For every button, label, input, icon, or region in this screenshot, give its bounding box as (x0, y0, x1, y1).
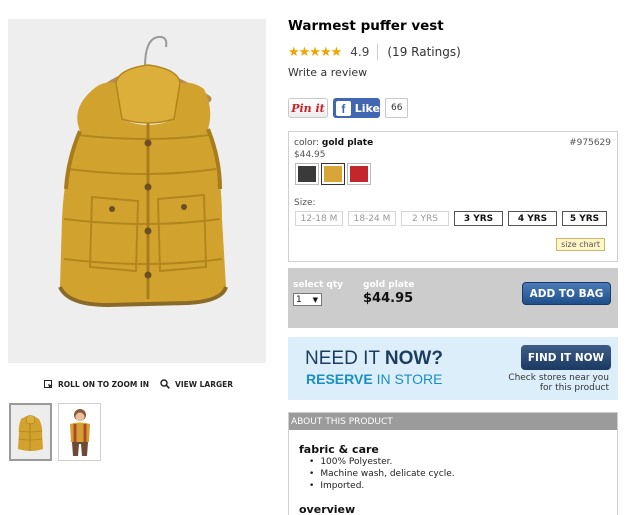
social-share-bar: Pin it f Like 66 (288, 98, 409, 118)
rating-value: 4.9 (350, 45, 370, 59)
size-option[interactable]: 2 YRS (401, 211, 449, 226)
view-larger-link[interactable]: VIEW LARGER (160, 379, 233, 389)
pinterest-pin-button[interactable]: Pin it (288, 98, 328, 118)
magnifier-icon (160, 379, 170, 389)
swatch-fill (350, 166, 368, 182)
color-line: color: gold plate (294, 138, 373, 148)
model-thumbnail-image (59, 404, 100, 460)
now-text: NOW? (384, 348, 443, 369)
roll-zoom-label: ROLL ON TO ZOOM IN (58, 379, 150, 389)
qty-label: select qty (293, 280, 344, 290)
bag-price: $44.95 (363, 291, 414, 306)
color-prefix: color: (294, 138, 320, 148)
fabric-care-list: 100% Polyester. Machine wash, delicate c… (309, 456, 455, 492)
size-chart-link[interactable]: size chart (556, 238, 605, 251)
list-item: Imported. (309, 480, 455, 492)
reserve-word: RESERVE (306, 371, 373, 387)
product-title: Warmest puffer vest (288, 18, 444, 34)
item-number: #975629 (569, 138, 611, 148)
option-price: $44.95 (294, 150, 326, 160)
qty-select[interactable]: 1 ▼ (293, 293, 322, 306)
about-header: ABOUT THIS PRODUCT (289, 413, 617, 430)
fabric-care-title: fabric & care (299, 443, 379, 456)
find-it-now-button[interactable]: FIND IT NOW (521, 345, 611, 370)
facebook-icon: f (336, 100, 351, 116)
roll-zoom-link[interactable]: ROLL ON TO ZOOM IN (44, 379, 150, 389)
selected-color-name: gold plate (321, 138, 374, 148)
color-swatches (295, 163, 373, 185)
list-item: Machine wash, delicate cycle. (309, 468, 454, 480)
need-it-text: NEED IT (305, 348, 380, 369)
size-option[interactable]: 5 YRS (562, 211, 607, 226)
puffer-vest-image (58, 35, 228, 308)
size-option[interactable]: 3 YRS (454, 211, 503, 226)
chevron-down-icon: ▼ (312, 296, 318, 304)
bag-color-name: gold plate (363, 280, 415, 290)
need-it-now-heading: NEED IT NOW? (305, 348, 443, 370)
swatch-fill (298, 166, 316, 182)
thumbnail-model[interactable] (58, 403, 101, 461)
product-main-image[interactable] (8, 19, 266, 363)
rating-divider (377, 44, 379, 60)
swatch-gold-plate[interactable] (321, 163, 345, 185)
add-to-bag-button[interactable]: ADD TO BAG (522, 282, 611, 305)
add-to-bag-bar: select qty 1 ▼ gold plate $44.95 ADD TO … (288, 268, 618, 328)
thumbnail-list (9, 403, 107, 461)
in-store-word: IN STORE (376, 371, 443, 387)
thumbnail-vest[interactable] (9, 403, 52, 461)
list-item: 100% Polyester. (309, 456, 455, 468)
size-options: 12-18 M 18-24 M 2 YRS 3 YRS 4 YRS 5 YRS (295, 211, 612, 226)
product-options: color: gold plate #975629 $44.95 Size: 1… (288, 131, 618, 262)
cursor-box-icon (44, 379, 53, 388)
swatch-charcoal[interactable] (295, 163, 319, 185)
view-larger-label: VIEW LARGER (175, 379, 234, 389)
ratings-count-link[interactable]: (19 Ratings) (387, 45, 460, 59)
write-review-link[interactable]: Write a review (288, 66, 367, 79)
image-tools: ROLL ON TO ZOOM IN VIEW LARGER (44, 378, 244, 390)
overview-title: overview (299, 503, 356, 515)
facebook-like-button[interactable]: f Like (333, 98, 380, 118)
size-label: Size: (294, 198, 316, 208)
swatch-fill (324, 166, 342, 182)
star-rating-icon[interactable]: ★★★★★ (288, 45, 342, 60)
size-option[interactable]: 18-24 M (348, 211, 396, 226)
reserve-in-store-text: RESERVE IN STORE (306, 371, 442, 387)
qty-value: 1 (296, 294, 302, 305)
reserve-in-store-banner: NEED IT NOW? RESERVE IN STORE FIND IT NO… (288, 337, 618, 400)
vest-thumbnail-image (18, 415, 43, 451)
like-count: 66 (385, 98, 409, 118)
check-stores-link[interactable]: Check stores near you for this product (499, 373, 609, 393)
swatch-red[interactable] (347, 163, 371, 185)
size-option[interactable]: 12-18 M (295, 211, 343, 226)
size-option[interactable]: 4 YRS (508, 211, 557, 226)
like-label: Like (354, 101, 380, 115)
rating-summary: ★★★★★ 4.9 (19 Ratings) (288, 44, 461, 60)
about-product-section: ABOUT THIS PRODUCT fabric & care 100% Po… (288, 412, 618, 515)
